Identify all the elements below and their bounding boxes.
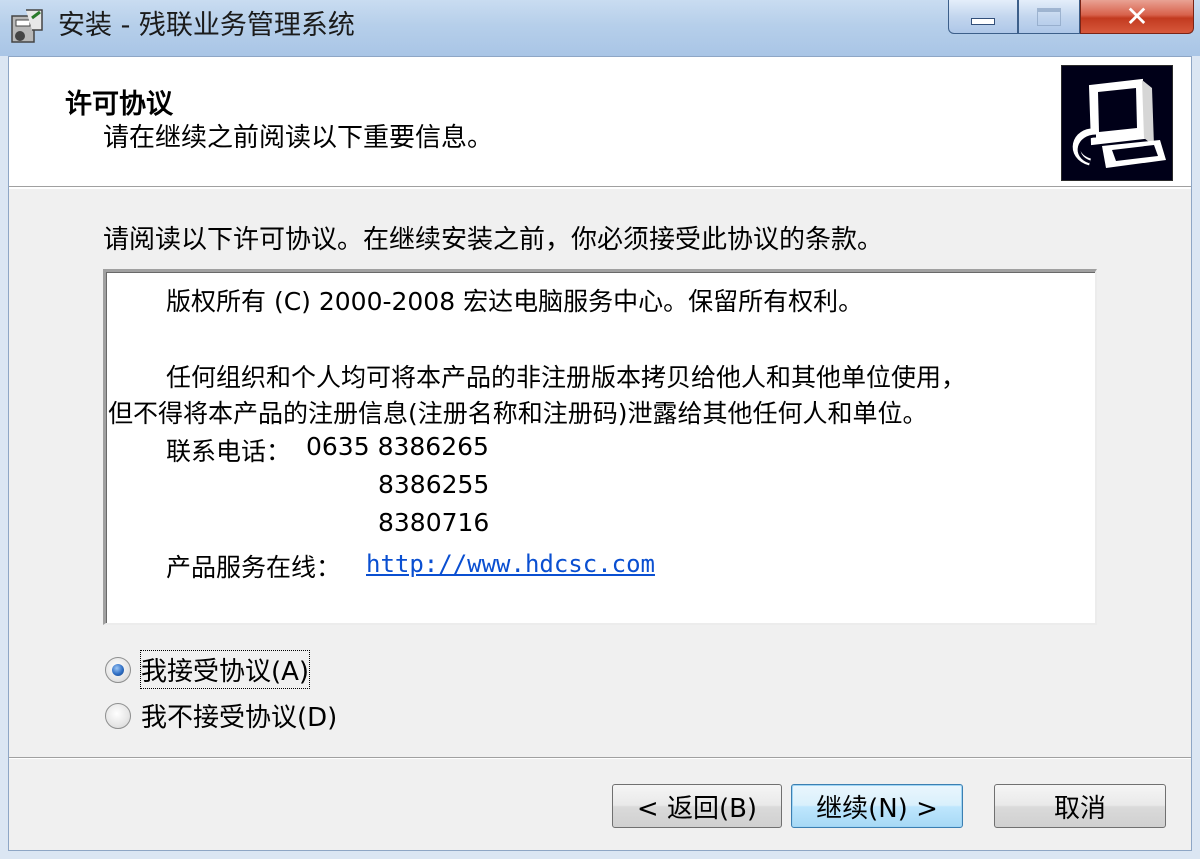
license-paragraph-line: 任何组织和个人均可将本产品的非注册版本拷贝给他人和其他单位使用， bbox=[166, 363, 967, 392]
accept-radio-label[interactable]: 我接受协议(A) bbox=[139, 650, 311, 689]
installer-dialog: 许可协议 请在继续之前阅读以下重要信息。 请阅读以下许可协议。在继续安装之前，你… bbox=[8, 56, 1192, 851]
online-service-label: 产品服务在线： bbox=[166, 553, 342, 582]
accept-radio[interactable] bbox=[105, 656, 131, 683]
window-title: 安装 - 残联业务管理系统 bbox=[58, 10, 355, 41]
phone-number: 8386255 bbox=[378, 470, 490, 499]
installer-app-icon bbox=[11, 9, 43, 43]
cancel-button[interactable]: 取消 bbox=[994, 784, 1166, 828]
decline-radio-label[interactable]: 我不接受协议(D) bbox=[141, 697, 337, 734]
title-bar[interactable]: 安装 - 残联业务管理系统 ✕ bbox=[0, 0, 1200, 56]
decline-radio-option[interactable]: 我不接受协议(D) bbox=[105, 697, 337, 734]
minimize-button[interactable] bbox=[948, 0, 1018, 34]
back-button[interactable]: < 返回(B) bbox=[612, 784, 782, 828]
next-button[interactable]: 继续(N) > bbox=[791, 784, 963, 828]
maximize-button bbox=[1018, 0, 1080, 34]
website-link[interactable]: http://www.hdcsc.com bbox=[366, 550, 655, 578]
setup-computer-icon bbox=[1061, 65, 1173, 181]
wizard-header: 许可协议 请在继续之前阅读以下重要信息。 bbox=[9, 57, 1191, 189]
page-subtitle: 请在继续之前阅读以下重要信息。 bbox=[103, 123, 494, 153]
phone-number: 8380716 bbox=[378, 508, 490, 537]
intro-text: 请阅读以下许可协议。在继续安装之前，你必须接受此协议的条款。 bbox=[103, 225, 884, 255]
minimize-icon bbox=[971, 18, 995, 25]
page-title: 许可协议 bbox=[65, 89, 173, 120]
close-button[interactable]: ✕ bbox=[1080, 0, 1194, 34]
phone-label: 联系电话： bbox=[166, 437, 292, 466]
license-paragraph-line: 但不得将本产品的注册信息(注册名称和注册码)泄露给其他任何人和单位。 bbox=[108, 399, 928, 428]
decline-radio[interactable] bbox=[105, 702, 131, 729]
close-icon: ✕ bbox=[1125, 0, 1149, 33]
button-separator bbox=[9, 757, 1191, 759]
phone-number: 0635 8386265 bbox=[306, 432, 489, 461]
accept-radio-option[interactable]: 我接受协议(A) bbox=[105, 650, 311, 689]
maximize-icon bbox=[1037, 7, 1061, 26]
license-text-area[interactable]: 版权所有 (C) 2000-2008 宏达电脑服务中心。保留所有权利。 任何组织… bbox=[103, 269, 1097, 625]
license-copyright: 版权所有 (C) 2000-2008 宏达电脑服务中心。保留所有权利。 bbox=[166, 287, 864, 316]
